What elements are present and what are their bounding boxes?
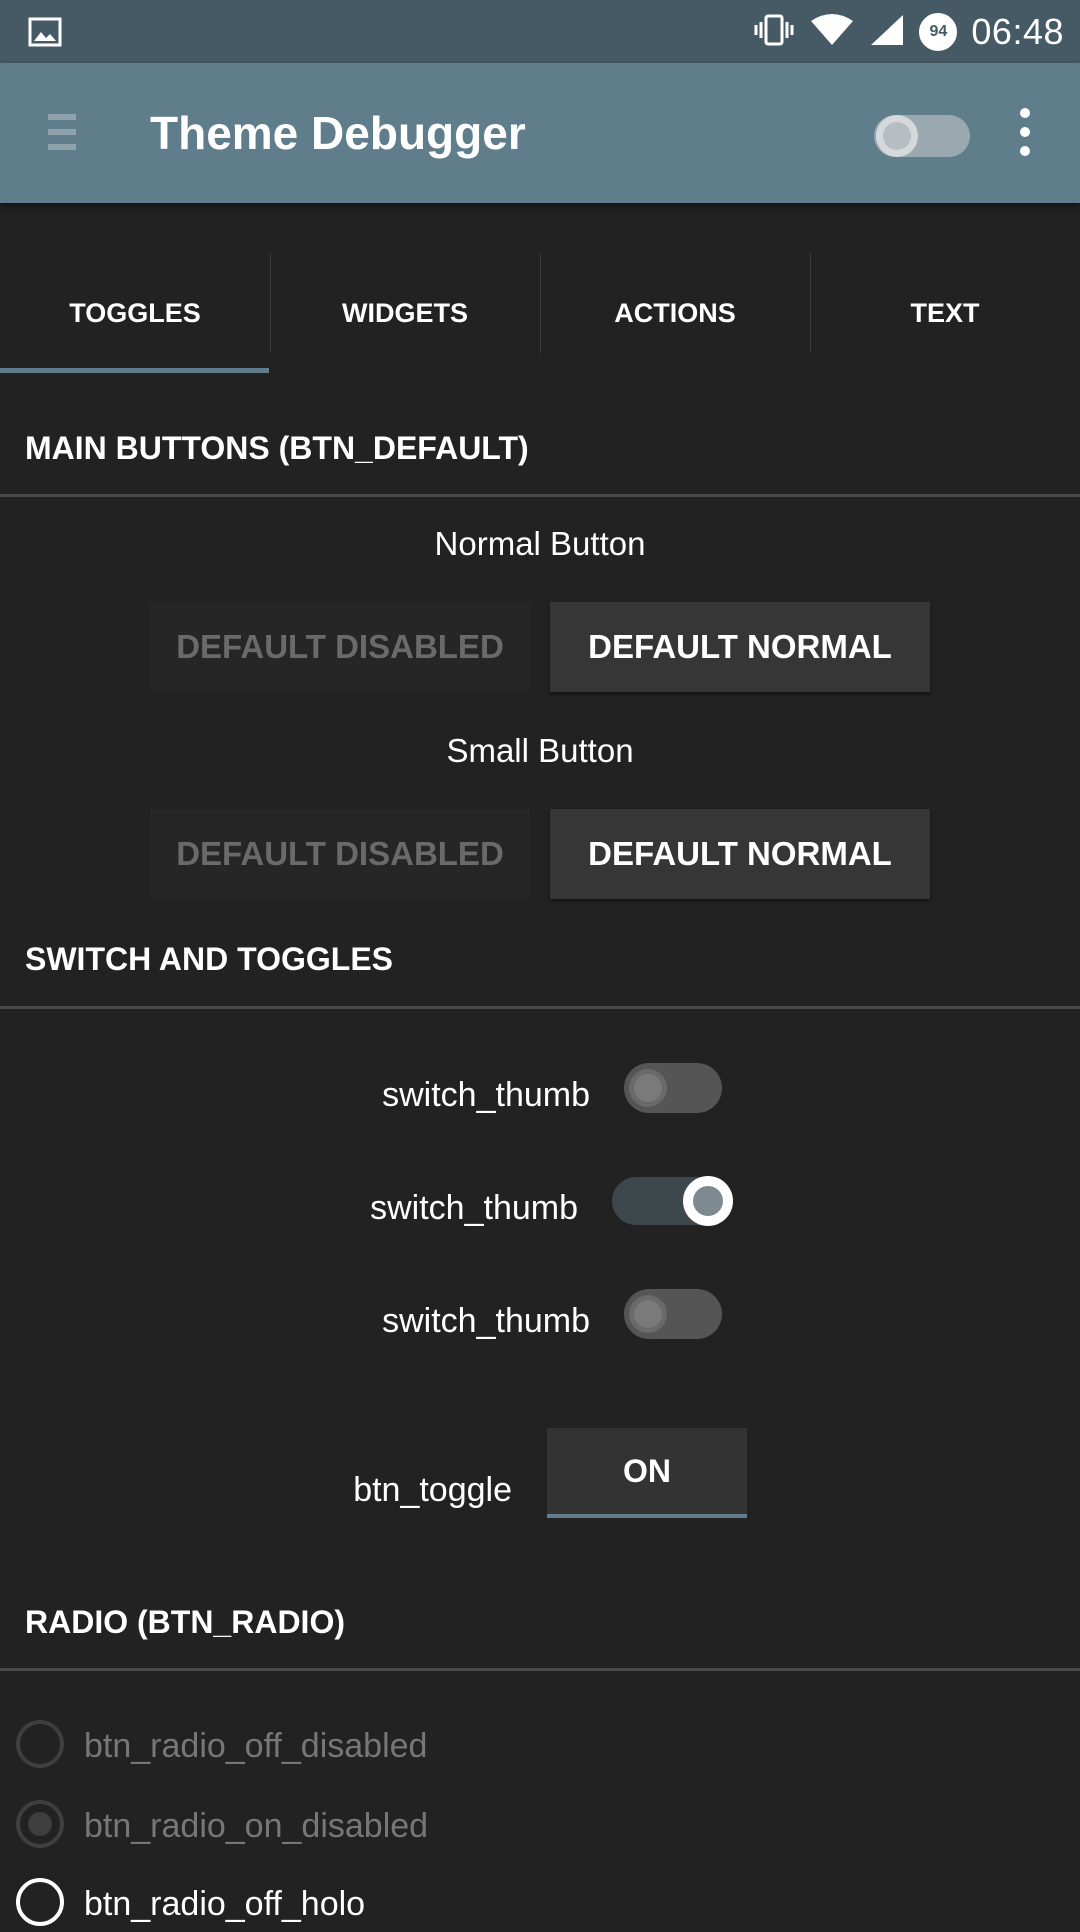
toggle-button[interactable]: ON: [547, 1428, 747, 1518]
menu-icon[interactable]: [48, 114, 76, 154]
tab-bar: TOGGLES WIDGETS ACTIONS TEXT: [0, 253, 1080, 373]
switch-thumb-on[interactable]: [610, 1173, 736, 1233]
small-default-normal-button[interactable]: DEFAULT NORMAL: [550, 809, 930, 899]
radio-label: btn_radio_off_holo: [84, 1884, 366, 1923]
small-default-disabled-button: DEFAULT DISABLED: [150, 809, 530, 899]
image-notification-icon: [28, 17, 62, 51]
section-header-switches: SWITCH AND TOGGLES: [25, 941, 393, 977]
toolbar-switch[interactable]: [872, 107, 972, 165]
tab-indicator: [0, 368, 269, 373]
small-button-label: Small Button: [446, 732, 634, 769]
divider: [0, 494, 1080, 497]
overflow-menu-icon[interactable]: [1010, 107, 1040, 161]
radio-off-disabled: btn_radio_off_disabled: [14, 1718, 427, 1774]
tab-widgets[interactable]: WIDGETS: [270, 253, 540, 373]
section-header-radio: RADIO (BTN_RADIO): [25, 1604, 345, 1640]
radio-on-disabled: btn_radio_on_disabled: [14, 1798, 428, 1854]
toggle-label: btn_toggle: [353, 1471, 512, 1509]
normal-button-label: Normal Button: [434, 525, 646, 562]
signal-icon: [869, 13, 905, 51]
radio-label: btn_radio_off_disabled: [84, 1726, 428, 1765]
default-disabled-button: DEFAULT DISABLED: [150, 602, 530, 692]
tab-text[interactable]: TEXT: [810, 253, 1080, 373]
switch-thumb-off[interactable]: [622, 1286, 724, 1346]
app-toolbar: Theme Debugger: [0, 63, 1080, 203]
switch-thumb-off[interactable]: [622, 1060, 724, 1120]
status-bar: 94 06:48: [0, 0, 1080, 63]
tab-actions[interactable]: ACTIONS: [540, 253, 810, 373]
tab-toggles[interactable]: TOGGLES: [0, 253, 270, 373]
default-normal-button[interactable]: DEFAULT NORMAL: [550, 602, 930, 692]
radio-unchecked-icon: [14, 1718, 66, 1774]
section-header-main-buttons: MAIN BUTTONS (BTN_DEFAULT): [25, 430, 529, 466]
switch-label: switch_thumb: [382, 1302, 590, 1340]
radio-checked-icon: [14, 1798, 66, 1854]
battery-icon: 94: [919, 12, 958, 51]
divider: [0, 1006, 1080, 1009]
page-title: Theme Debugger: [150, 107, 526, 159]
switch-label: switch_thumb: [382, 1076, 590, 1114]
wifi-icon: [809, 13, 855, 51]
radio-off-holo[interactable]: btn_radio_off_holo: [14, 1876, 365, 1932]
vibrate-icon: [753, 13, 795, 51]
radio-label: btn_radio_on_disabled: [84, 1806, 429, 1845]
divider: [0, 1668, 1080, 1671]
radio-unchecked-icon[interactable]: [14, 1876, 66, 1932]
clock: 06:48: [971, 10, 1064, 52]
switch-label: switch_thumb: [370, 1189, 578, 1227]
